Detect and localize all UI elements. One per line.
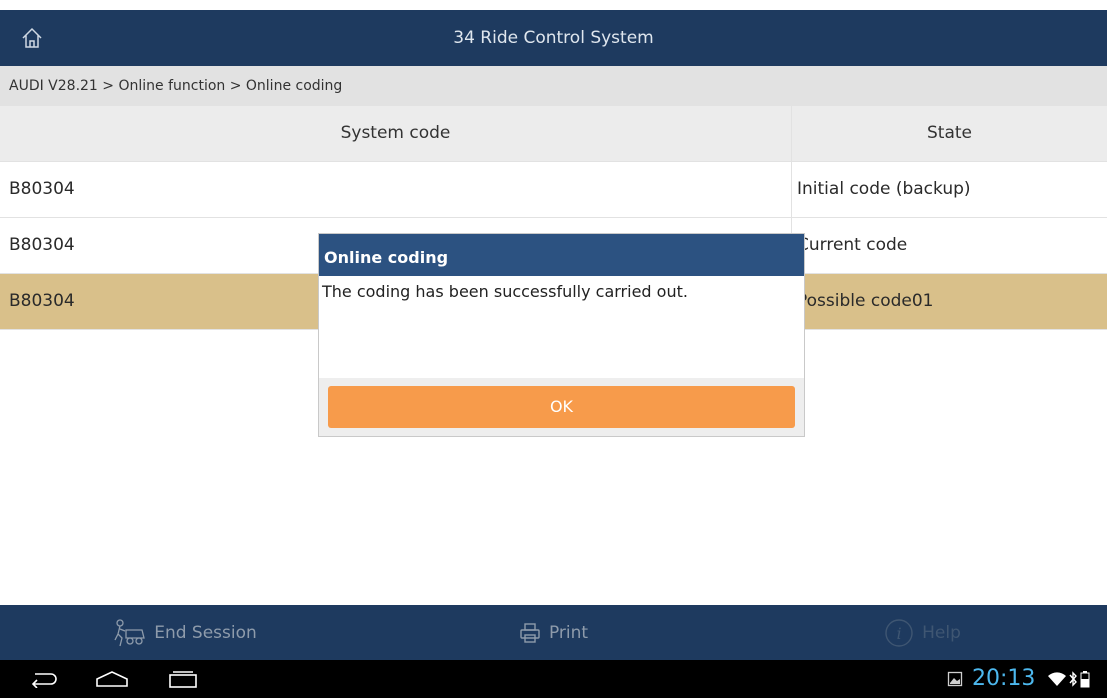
online-coding-dialog: Online coding The coding has been succes… xyxy=(319,234,804,436)
print-label: Print xyxy=(548,622,589,643)
end-session-button[interactable]: End Session xyxy=(0,605,369,660)
ok-button[interactable]: OK xyxy=(328,386,795,428)
dialog-message: The coding has been successfully carried… xyxy=(322,282,688,301)
title-bar: 34 Ride Control System xyxy=(0,10,1107,66)
recent-apps-button[interactable] xyxy=(163,660,203,698)
bottom-action-bar: End Session Print i Help xyxy=(0,605,1107,660)
printer-icon xyxy=(520,622,540,643)
top-margin xyxy=(0,0,1107,10)
back-button[interactable] xyxy=(24,660,64,698)
breadcrumb: AUDI V28.21 > Online function > Online c… xyxy=(0,66,1107,106)
help-label: Help xyxy=(922,622,961,643)
back-icon xyxy=(31,673,57,688)
svg-text:i: i xyxy=(897,624,902,643)
help-button[interactable]: i Help xyxy=(738,605,1107,660)
table-row[interactable]: B80304 Initial code (backup) xyxy=(0,162,1107,218)
end-session-label: End Session xyxy=(154,622,257,643)
home-nav-button[interactable] xyxy=(92,660,132,698)
column-header-state: State xyxy=(927,123,972,143)
column-header-system-code: System code xyxy=(0,106,792,161)
gallery-notification-icon xyxy=(947,660,963,698)
bluetooth-icon xyxy=(1068,660,1078,698)
dialog-footer: OK xyxy=(319,378,804,436)
dialog-title: Online coding xyxy=(319,234,804,276)
page-title: 34 Ride Control System xyxy=(453,28,654,48)
state-cell: Possible code01 xyxy=(797,291,934,311)
info-icon: i xyxy=(885,618,913,647)
system-code-cell: B80304 xyxy=(0,162,792,217)
status-clock: 20:13 xyxy=(972,666,1036,691)
wifi-icon xyxy=(1047,660,1067,698)
table-header: System code State xyxy=(0,106,1107,162)
state-cell: Current code xyxy=(797,235,908,255)
recent-apps-icon xyxy=(169,671,197,688)
end-session-icon xyxy=(114,618,146,646)
home-nav-icon xyxy=(96,671,128,687)
print-button[interactable]: Print xyxy=(369,605,738,660)
battery-icon xyxy=(1080,660,1090,698)
android-nav-bar: 20:13 xyxy=(0,660,1107,698)
state-cell: Initial code (backup) xyxy=(797,179,971,199)
